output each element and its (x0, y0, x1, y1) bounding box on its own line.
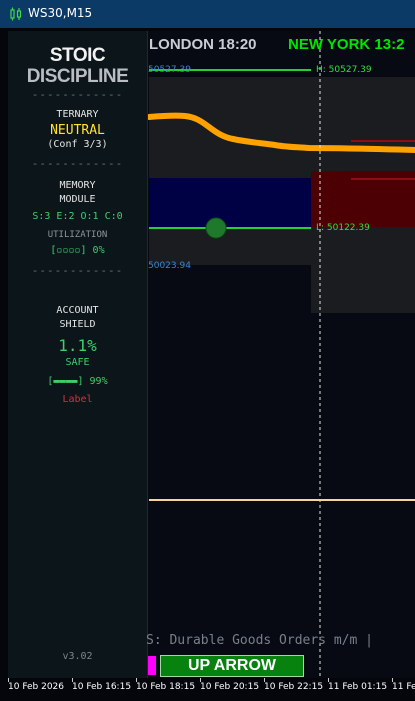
time-axis-label: 10 Feb 22:15 (264, 682, 324, 692)
up-arrow-button[interactable]: UP ARROW (160, 655, 304, 677)
window-titlebar: WS30,M15 (0, 0, 415, 28)
memory-stats: S:3 E:2 O:1 C:0 (32, 211, 123, 222)
account-label: Label (62, 394, 93, 405)
price-label-low: L: 50122.39 (316, 223, 370, 233)
price-label-bottom-left: 50023.94 (148, 261, 191, 271)
divider-1: ------------ (31, 88, 124, 101)
account-heading-1: ACCOUNT (56, 305, 99, 316)
ternary-state: NEUTRAL (50, 123, 105, 138)
utilization-label: UTILIZATION (47, 230, 108, 240)
window-title: WS30,M15 (28, 6, 93, 20)
buy-zone (149, 178, 311, 227)
news-ticker: S: Durable Goods Orders m/m | (146, 633, 373, 648)
memory-heading-2: MODULE (59, 194, 96, 205)
price-label-top-left: 50527.39 (148, 65, 191, 75)
stoic-discipline-panel: STOIC DISCIPLINE ------------ TERNARY NE… (8, 31, 148, 678)
divider-2: ------------ (31, 157, 124, 170)
logo-line-2: DISCIPLINE (26, 66, 129, 87)
utilization-bar: [▫▫▫▫] 0% (50, 245, 105, 256)
session-label-london: LONDON 18:20 (149, 36, 257, 53)
session-label-newyork: NEW YORK 13:2 (288, 36, 405, 53)
signal-circle (205, 217, 227, 239)
account-heading-2: SHIELD (59, 319, 96, 330)
time-axis-label: 10 Feb 16:15 (72, 682, 132, 692)
memory-heading-1: MEMORY (59, 180, 96, 191)
logo-line-1: STOIC (49, 45, 106, 66)
account-shield-bar: [▬▬▬▬] 99% (47, 376, 108, 387)
signal-marker (148, 656, 156, 675)
time-axis-label: 11 Fe (392, 682, 415, 692)
divider-3: ------------ (31, 264, 124, 277)
candlestick-chart-icon (10, 7, 22, 21)
ternary-heading: TERNARY (56, 109, 99, 120)
time-axis-label: 11 Feb 01:15 (328, 682, 388, 692)
time-axis-label: 10 Feb 18:15 (136, 682, 196, 692)
time-axis-label: 10 Feb 20:15 (200, 682, 260, 692)
account-status: SAFE (65, 357, 90, 368)
ternary-confidence: (Conf 3/3) (47, 139, 108, 150)
range-box-left (149, 77, 311, 265)
price-label-high: H: 50527.39 (316, 65, 372, 75)
version-label: v3.02 (62, 651, 93, 662)
account-risk-value: 1.1% (58, 336, 97, 355)
time-axis-label: 10 Feb 2026 (8, 682, 65, 692)
